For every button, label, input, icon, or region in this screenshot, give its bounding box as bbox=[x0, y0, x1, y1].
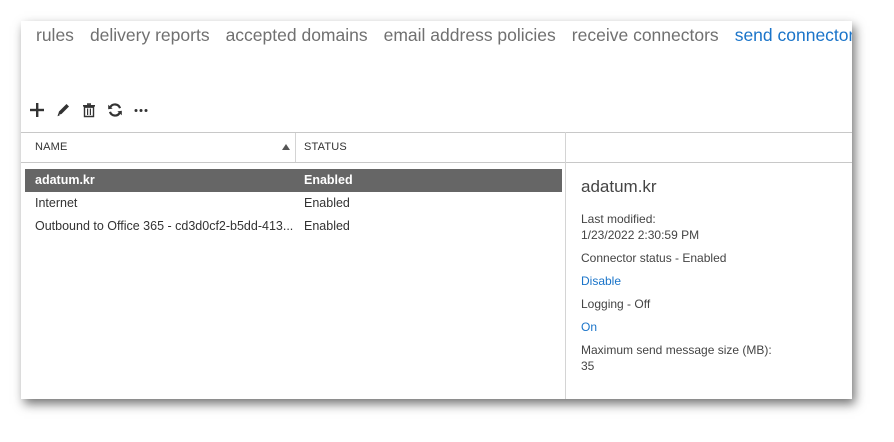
tab-send-connectors[interactable]: send connectors bbox=[735, 25, 852, 46]
edit-icon[interactable] bbox=[54, 101, 72, 119]
table-row[interactable]: Outbound to Office 365 - cd3d0cf2-b5dd-4… bbox=[21, 215, 565, 238]
row-name: adatum.kr bbox=[35, 173, 95, 187]
tab-accepted-domains[interactable]: accepted domains bbox=[226, 25, 368, 46]
logging-on-link[interactable]: On bbox=[581, 319, 841, 335]
connector-status: Connector status - Enabled bbox=[581, 251, 727, 265]
row-status: Enabled bbox=[304, 196, 350, 210]
tab-delivery-reports[interactable]: delivery reports bbox=[90, 25, 210, 46]
tab-email-address-policies[interactable]: email address policies bbox=[384, 25, 556, 46]
disable-link[interactable]: Disable bbox=[581, 273, 841, 289]
details-title: adatum.kr bbox=[581, 177, 657, 196]
row-status: Enabled bbox=[304, 219, 350, 233]
max-message-size-label: Maximum send message size (MB): bbox=[581, 343, 772, 357]
tab-receive-connectors[interactable]: receive connectors bbox=[572, 25, 719, 46]
details-pane: adatum.kr Last modified: 1/23/2022 2:30:… bbox=[581, 177, 841, 374]
logging-status: Logging - Off bbox=[581, 297, 651, 311]
row-name: Outbound to Office 365 - cd3d0cf2-b5dd-4… bbox=[35, 219, 294, 233]
header-bottom-border bbox=[21, 162, 852, 163]
row-name: Internet bbox=[35, 196, 78, 210]
top-nav: rules delivery reports accepted domains … bbox=[36, 25, 852, 46]
app-window: rules delivery reports accepted domains … bbox=[21, 21, 852, 399]
table-row[interactable]: Internet Enabled bbox=[21, 192, 565, 215]
tab-rules[interactable]: rules bbox=[36, 25, 74, 46]
refresh-icon[interactable] bbox=[106, 101, 124, 119]
table-row[interactable]: adatum.kr Enabled bbox=[25, 169, 562, 192]
toolbar bbox=[28, 101, 150, 119]
add-icon[interactable] bbox=[28, 101, 46, 119]
last-modified-value: 1/23/2022 2:30:59 PM bbox=[581, 228, 700, 242]
row-status: Enabled bbox=[304, 173, 353, 187]
more-icon[interactable] bbox=[132, 101, 150, 119]
max-message-size-value: 35 bbox=[581, 359, 595, 373]
delete-icon[interactable] bbox=[80, 101, 98, 119]
sort-ascending-icon bbox=[282, 144, 290, 150]
column-header-status[interactable]: STATUS bbox=[304, 133, 554, 162]
last-modified-label: Last modified: bbox=[581, 212, 656, 226]
details-divider bbox=[565, 132, 566, 399]
column-divider bbox=[295, 133, 296, 162]
column-header-name[interactable]: NAME bbox=[35, 133, 295, 162]
